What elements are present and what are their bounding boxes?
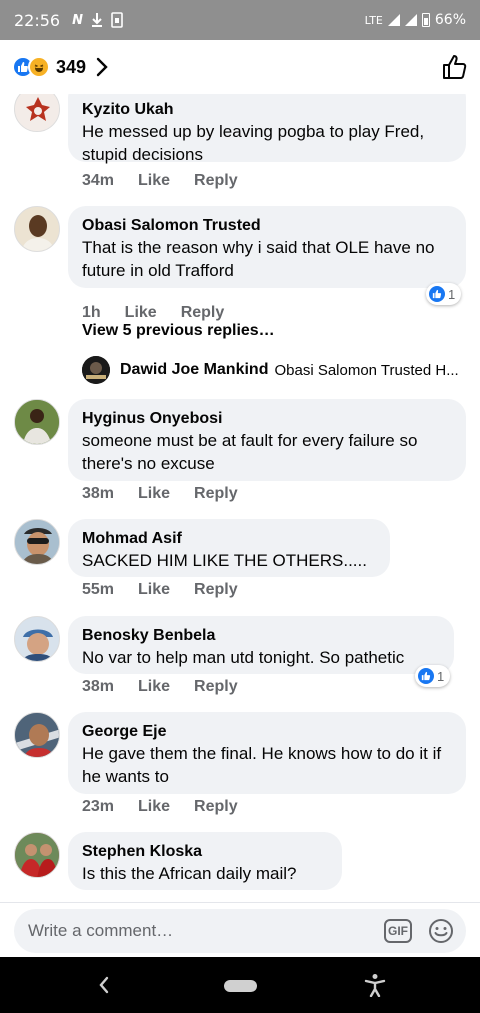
status-notification-icons: N: [72, 12, 123, 28]
like-reaction-icon: [418, 668, 434, 684]
like-button[interactable]: Like: [138, 678, 170, 696]
comment-list: Kyzito Ukah He messed up by leaving pogb…: [0, 94, 480, 902]
comment-time: 38m: [82, 678, 115, 695]
comment-actions: 23m Like Reply: [82, 798, 238, 816]
sheet-header: 349: [0, 40, 480, 94]
comment-text: No var to help man utd tonight. So pathe…: [82, 648, 405, 667]
comment-bubble[interactable]: Hyginus Onyebosi someone must be at faul…: [68, 399, 466, 481]
sim-icon: [111, 12, 123, 28]
comment-bubble[interactable]: Obasi Salomon Trusted That is the reason…: [68, 206, 466, 288]
comment-input[interactable]: Write a comment… GIF: [14, 909, 466, 953]
back-icon[interactable]: [98, 975, 110, 995]
chevron-right-icon: [96, 57, 108, 77]
comment-bubble[interactable]: Benosky Benbela No var to help man utd t…: [68, 616, 454, 674]
thumbs-up-icon[interactable]: [442, 54, 468, 80]
comment-author[interactable]: Stephen Kloska: [82, 842, 328, 862]
comment-time: 34m: [82, 172, 115, 189]
emoji-icon[interactable]: [428, 918, 454, 944]
signal-icon: [387, 14, 400, 26]
avatar[interactable]: [14, 399, 60, 445]
accessibility-icon[interactable]: [364, 973, 386, 997]
reply-preview[interactable]: Dawid Joe Mankind Obasi Salomon Trusted …: [82, 356, 472, 384]
avatar: [82, 356, 110, 384]
comment-bubble[interactable]: Mohmad Asif SACKED HIM LIKE THE OTHERS..…: [68, 519, 390, 577]
avatar[interactable]: [14, 94, 60, 132]
comment-text: He gave them the final. He knows how to …: [82, 744, 442, 786]
reply-button[interactable]: Reply: [194, 485, 238, 503]
battery-icon: [421, 13, 430, 27]
comment-author[interactable]: Kyzito Ukah: [82, 100, 452, 120]
reply-button[interactable]: Reply: [194, 798, 238, 816]
haha-reaction-icon: [28, 56, 50, 78]
avatar[interactable]: [14, 616, 60, 662]
reply-snippet: Obasi Salomon Trusted H...: [274, 361, 459, 379]
comment-text: He messed up by leaving pogba to play Fr…: [82, 122, 425, 164]
status-bar: 22:56 N LTE 66%: [0, 0, 480, 40]
reply-button[interactable]: Reply: [194, 172, 238, 190]
reaction-count: 1: [437, 668, 445, 684]
like-button[interactable]: Like: [138, 172, 170, 190]
status-time: 22:56: [14, 10, 61, 30]
comment-bubble[interactable]: Stephen Kloska Is this the African daily…: [68, 832, 342, 890]
network-type: LTE: [364, 13, 383, 27]
comment-bubble[interactable]: George Eje He gave them the final. He kn…: [68, 712, 466, 794]
comment-actions: 1h Like Reply: [82, 304, 224, 322]
like-reaction-icon: [429, 286, 445, 302]
comments-sheet: 349 Kyzito Ukah He messed up by leaving …: [0, 40, 480, 957]
comment-author[interactable]: Hyginus Onyebosi: [82, 409, 452, 429]
comment-time: 1h: [82, 304, 101, 321]
status-right: LTE 66%: [365, 12, 466, 28]
comment-time: 23m: [82, 798, 115, 815]
like-button[interactable]: Like: [138, 485, 170, 503]
comment-actions: 55m Like Reply: [82, 581, 238, 599]
reaction-count: 1: [448, 286, 456, 302]
comment-time: 38m: [82, 485, 115, 502]
comment-author[interactable]: Obasi Salomon Trusted: [82, 216, 452, 236]
comment-text: someone must be at fault for every failu…: [82, 431, 418, 473]
comment-author[interactable]: Benosky Benbela: [82, 626, 440, 646]
comment-actions: 38m Like Reply: [82, 678, 238, 696]
comment-text: SACKED HIM LIKE THE OTHERS.....: [82, 551, 367, 570]
home-pill-button[interactable]: [224, 980, 257, 992]
comment-reaction-pill[interactable]: 1: [426, 283, 462, 305]
comment-text: That is the reason why i said that OLE h…: [82, 238, 435, 280]
system-nav-bar: [0, 957, 480, 1013]
avatar[interactable]: [14, 206, 60, 252]
reply-author[interactable]: Dawid Joe Mankind: [120, 361, 268, 379]
download-icon: [92, 13, 102, 27]
reaction-summary[interactable]: 349: [12, 56, 108, 78]
comment-input-placeholder: Write a comment…: [28, 921, 174, 940]
comment-composer: Write a comment… GIF: [0, 902, 480, 957]
comment-author[interactable]: Mohmad Asif: [82, 529, 376, 549]
comment-time: 55m: [82, 581, 115, 598]
comment-author[interactable]: George Eje: [82, 722, 452, 742]
view-previous-replies-link[interactable]: View 5 previous replies…: [82, 322, 275, 340]
comment-bubble[interactable]: Kyzito Ukah He messed up by leaving pogb…: [68, 94, 466, 164]
gif-button[interactable]: GIF: [384, 919, 412, 943]
avatar[interactable]: [14, 832, 60, 878]
comment-actions: 34m Like Reply: [82, 172, 238, 190]
like-button[interactable]: Like: [138, 798, 170, 816]
avatar[interactable]: [14, 519, 60, 565]
comment-text: Is this the African daily mail?: [82, 864, 297, 883]
comment-actions: 38m Like Reply: [82, 485, 238, 503]
like-button[interactable]: Like: [125, 304, 157, 322]
battery-level: 66%: [434, 12, 466, 28]
reply-button[interactable]: Reply: [181, 304, 225, 322]
like-button[interactable]: Like: [138, 581, 170, 599]
n-notification-icon: N: [72, 12, 83, 28]
comment-reaction-pill[interactable]: 1: [415, 665, 451, 687]
reply-button[interactable]: Reply: [194, 678, 238, 696]
reaction-count: 349: [56, 56, 87, 77]
reply-button[interactable]: Reply: [194, 581, 238, 599]
signal-icon-2: [404, 14, 417, 26]
avatar[interactable]: [14, 712, 60, 758]
